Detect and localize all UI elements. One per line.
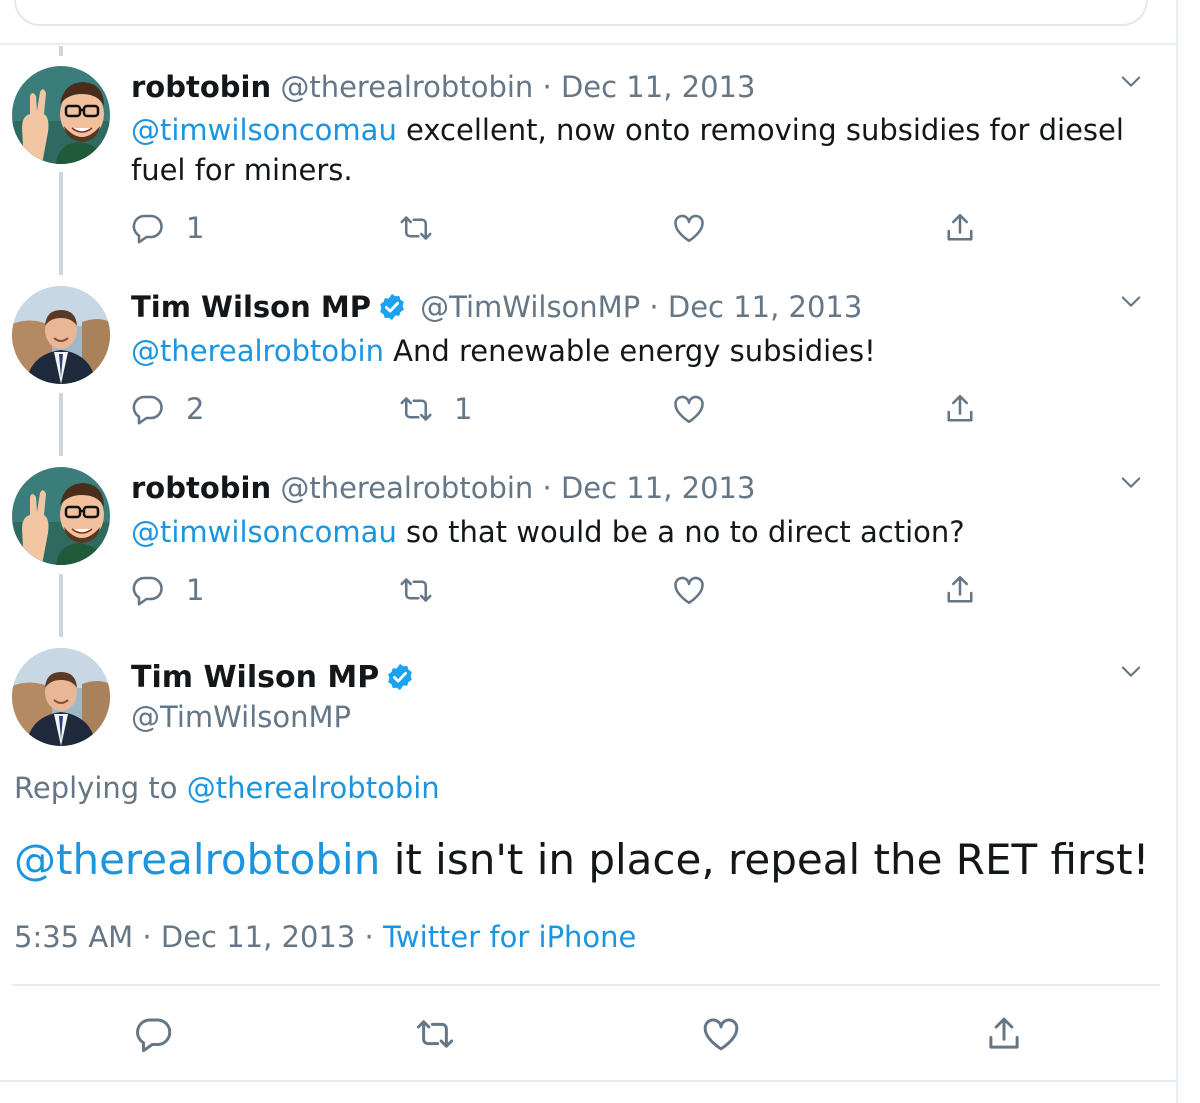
avatar[interactable]: [12, 66, 110, 164]
reply-button[interactable]: 2: [130, 389, 204, 429]
avatar[interactable]: [12, 648, 110, 746]
like-button[interactable]: [671, 208, 727, 248]
reply-count: 1: [186, 211, 205, 245]
avatar[interactable]: [12, 286, 110, 384]
share-icon: [942, 391, 978, 427]
tweet-actions: 2 1: [130, 389, 1030, 429]
share-icon: [942, 210, 978, 246]
thread-line: [59, 393, 63, 456]
thread-line: [59, 574, 63, 637]
mention-link[interactable]: @therealrobtobin: [131, 334, 384, 368]
reply-button[interactable]: [133, 1014, 175, 1054]
display-name[interactable]: robtobin: [131, 70, 271, 104]
reply-composer-box[interactable]: [14, 0, 1148, 26]
display-name[interactable]: Tim Wilson MP: [131, 659, 419, 697]
heart-icon: [671, 391, 707, 427]
display-name[interactable]: Tim Wilson MP: [131, 290, 371, 324]
reply-icon: [133, 1013, 175, 1055]
handle[interactable]: @therealrobtobin: [280, 471, 533, 505]
separator-dot: ·: [133, 920, 161, 954]
tweet-date[interactable]: Dec 11, 2013: [668, 290, 862, 324]
like-button[interactable]: [671, 570, 727, 610]
handle[interactable]: @TimWilsonMP: [420, 290, 640, 324]
separator-dot: ·: [542, 471, 561, 505]
tweet-date[interactable]: Dec 11, 2013: [161, 920, 355, 954]
heart-icon: [671, 572, 707, 608]
like-button[interactable]: [700, 1014, 742, 1054]
tweet-header: robtobin @therealrobtobin · Dec 11, 2013: [131, 469, 755, 507]
tweet-text: @therealrobtobin And renewable energy su…: [131, 331, 1151, 371]
chevron-down-icon[interactable]: [1117, 468, 1145, 496]
reply-button[interactable]: 1: [130, 570, 204, 610]
tweet-source-link[interactable]: Twitter for iPhone: [383, 920, 636, 954]
retweet-button[interactable]: [398, 208, 454, 248]
separator-dot: ·: [649, 290, 668, 324]
share-icon: [942, 572, 978, 608]
retweet-icon: [398, 210, 434, 246]
tweet-header: robtobin @therealrobtobin · Dec 11, 2013: [131, 68, 755, 106]
tweet-date[interactable]: Dec 11, 2013: [561, 70, 755, 104]
reply-count: 1: [186, 573, 205, 607]
reply-count: 2: [186, 392, 205, 426]
handle[interactable]: @therealrobtobin: [280, 70, 533, 104]
share-button[interactable]: [942, 389, 978, 429]
thread-line: [59, 46, 63, 56]
retweet-button[interactable]: [414, 1014, 456, 1054]
reply-icon: [130, 210, 166, 246]
mention-link[interactable]: @timwilsoncomau: [131, 113, 397, 147]
separator-dot: ·: [542, 70, 561, 104]
replying-to-link[interactable]: @therealrobtobin: [187, 771, 440, 805]
main-tweet-actions: [0, 1014, 1176, 1058]
divider: [0, 1080, 1176, 1082]
display-name[interactable]: robtobin: [131, 471, 271, 505]
retweet-icon: [414, 1013, 456, 1055]
chevron-down-icon[interactable]: [1117, 67, 1145, 95]
share-button[interactable]: [983, 1014, 1025, 1054]
share-icon: [983, 1013, 1025, 1055]
thread-line: [59, 172, 63, 275]
retweet-count: 1: [454, 392, 473, 426]
separator-dot: ·: [355, 920, 383, 954]
tweet-text-body: so that would be a no to direct action?: [396, 515, 965, 549]
tweet-header: Tim Wilson MP @TimWilsonMP · Dec 11, 201…: [131, 288, 862, 326]
tweet-metadata: 5:35 AM · Dec 11, 2013 · Twitter for iPh…: [14, 918, 636, 956]
divider: [12, 984, 1160, 986]
column-right-border: [1176, 0, 1178, 1103]
chevron-down-icon[interactable]: [1117, 287, 1145, 315]
chevron-down-icon[interactable]: [1117, 657, 1145, 685]
replying-label: Replying to: [14, 771, 187, 805]
verified-badge-icon: [377, 292, 407, 322]
reply-icon: [130, 391, 166, 427]
heart-icon: [671, 210, 707, 246]
display-name-text: Tim Wilson MP: [131, 660, 380, 695]
retweet-button[interactable]: [398, 570, 454, 610]
retweet-icon: [398, 572, 434, 608]
share-button[interactable]: [942, 570, 978, 610]
reply-icon: [130, 572, 166, 608]
avatar[interactable]: [12, 467, 110, 565]
share-button[interactable]: [942, 208, 978, 248]
handle[interactable]: @TimWilsonMP: [131, 698, 351, 736]
tweet-time[interactable]: 5:35 AM: [14, 920, 133, 954]
mention-link[interactable]: @therealrobtobin: [14, 835, 380, 884]
retweet-button[interactable]: 1: [398, 389, 472, 429]
replying-to: Replying to @therealrobtobin: [14, 769, 440, 807]
reply-button[interactable]: 1: [130, 208, 204, 248]
like-button[interactable]: [671, 389, 727, 429]
tweet-actions: 1: [130, 208, 1030, 248]
retweet-icon: [398, 391, 434, 427]
main-tweet-text: @therealrobtobin it isn't in place, repe…: [14, 833, 1149, 887]
divider: [0, 43, 1176, 45]
main-tweet-text-body: it isn't in place, repeal the RET first!: [380, 835, 1150, 884]
tweet-actions: 1: [130, 570, 1030, 610]
verified-badge-icon: [385, 662, 415, 692]
heart-icon: [700, 1013, 742, 1055]
mention-link[interactable]: @timwilsoncomau: [131, 515, 397, 549]
tweet-date[interactable]: Dec 11, 2013: [561, 471, 755, 505]
tweet-text: @timwilsoncomau so that would be a no to…: [131, 512, 1151, 552]
tweet-text-body: And renewable energy subsidies!: [383, 334, 876, 368]
tweet-text: @timwilsoncomau excellent, now onto remo…: [131, 110, 1151, 190]
